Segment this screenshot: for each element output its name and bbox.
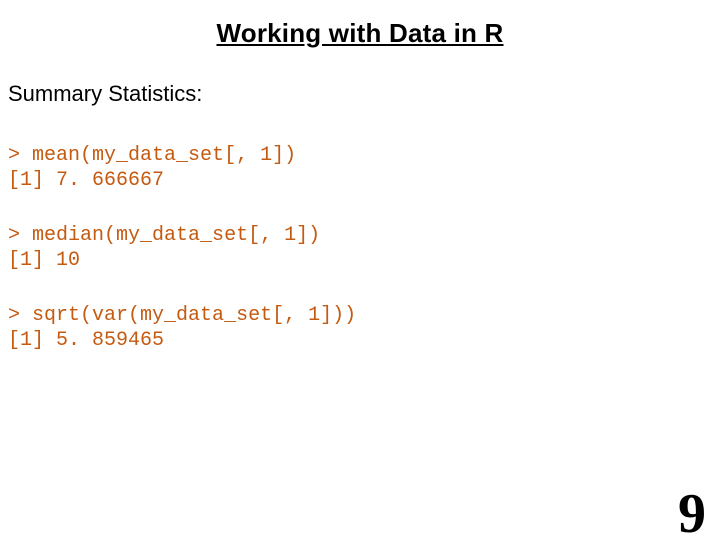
command-text: median(my_data_set[, 1])	[32, 224, 320, 247]
output-text: [1] 7. 666667	[8, 168, 720, 193]
code-block-median: > median(my_data_set[, 1]) [1] 10	[0, 193, 720, 273]
command-text: sqrt(var(my_data_set[, 1]))	[32, 304, 356, 327]
prompt: >	[8, 144, 20, 167]
prompt: >	[8, 224, 20, 247]
code-block-sqrt-var: > sqrt(var(my_data_set[, 1])) [1] 5. 859…	[0, 273, 720, 353]
command-text: mean(my_data_set[, 1])	[32, 144, 296, 167]
page-number: 9	[678, 482, 706, 546]
prompt: >	[8, 304, 20, 327]
slide-title: Working with Data in R	[0, 0, 720, 59]
section-heading: Summary Statistics:	[0, 59, 720, 113]
output-text: [1] 5. 859465	[8, 328, 720, 353]
output-text: [1] 10	[8, 248, 720, 273]
code-block-mean: > mean(my_data_set[, 1]) [1] 7. 666667	[0, 113, 720, 193]
